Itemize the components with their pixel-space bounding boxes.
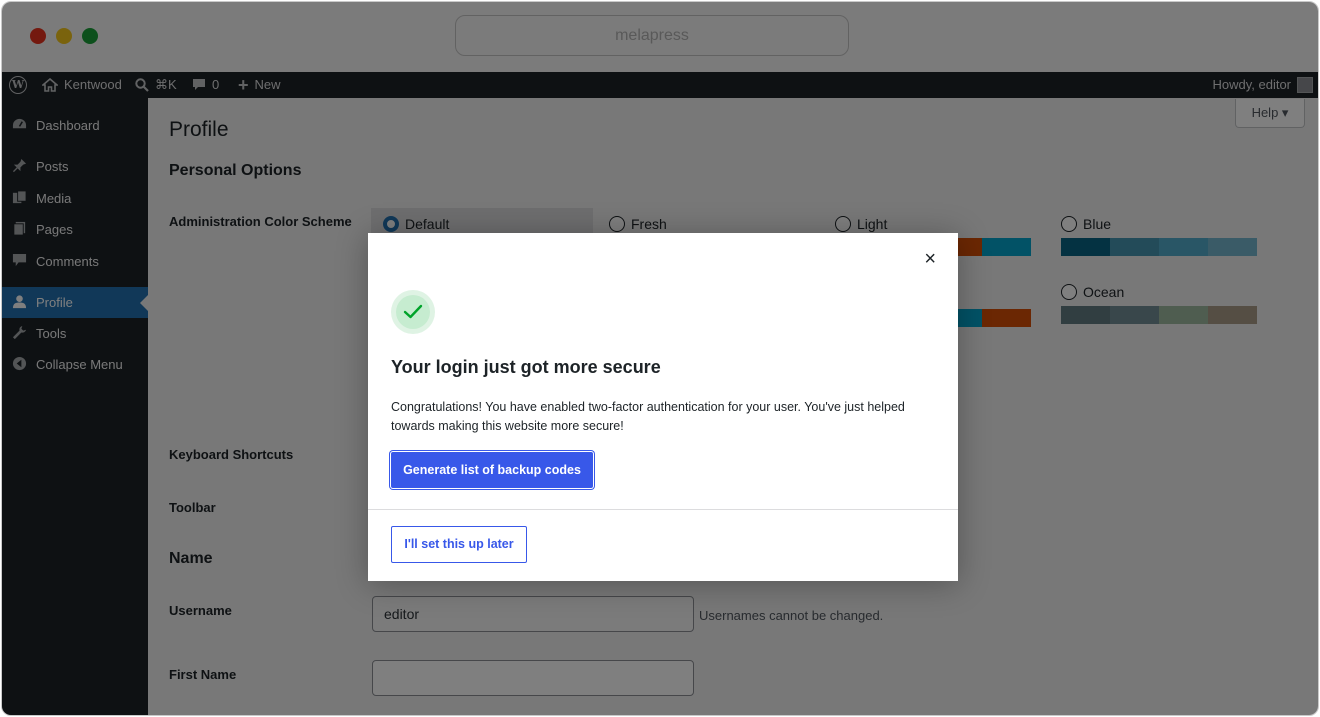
- browser-window: melapress W Kentwood ⌘K 0 + New Howdy, e…: [1, 1, 1319, 716]
- close-icon[interactable]: ×: [924, 249, 936, 269]
- modal-message: Congratulations! You have enabled two-fa…: [391, 400, 905, 433]
- generate-backup-codes-button[interactable]: Generate list of backup codes: [391, 452, 593, 488]
- two-factor-success-modal: × Your login just got more secure Congra…: [368, 233, 958, 581]
- checkmark-icon: [403, 304, 423, 319]
- set-up-later-button[interactable]: I'll set this up later: [391, 526, 527, 563]
- modal-title: Your login just got more secure: [391, 357, 661, 377]
- modal-divider: [368, 509, 958, 510]
- success-badge: [391, 290, 435, 334]
